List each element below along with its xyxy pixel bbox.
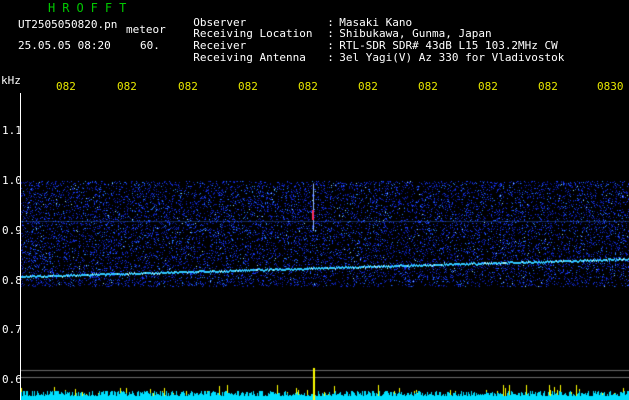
frequency-tick: 1.1 [2,124,22,137]
time-tick: 082 [478,80,498,93]
file-name: UT2505050820.pn [18,18,118,31]
app-title: HROFFT [48,1,134,15]
mode-label: meteor [126,23,166,36]
time-tick: 082 [178,80,198,93]
info-row-antenna: Receiving Antenna:3el Yagi(V) Az 330 for… [180,41,564,63]
spectrogram-waterfall [21,93,629,400]
interval-value: 60. [140,39,160,52]
time-tick: 0830 [597,80,624,93]
time-tick: 082 [117,80,137,93]
info-colon: : [327,51,334,64]
time-tick: 082 [56,80,76,93]
frequency-tick: 0.6 [2,373,22,386]
info-value: 3el Yagi(V) Az 330 for Vladivostok [339,51,565,64]
frequency-tick: 1.0 [2,174,22,187]
frequency-tick: 0.8 [2,274,22,287]
observation-datetime: 25.05.05 08:20 [18,39,111,52]
frequency-tick: 0.7 [2,323,22,336]
info-label: Receiving Antenna [193,51,306,64]
time-tick: 082 [358,80,378,93]
time-tick: 082 [418,80,438,93]
time-tick: 082 [298,80,318,93]
time-tick: 082 [238,80,258,93]
frequency-unit-label: kHz [1,74,21,87]
time-tick: 082 [538,80,558,93]
frequency-tick: 0.9 [2,224,22,237]
